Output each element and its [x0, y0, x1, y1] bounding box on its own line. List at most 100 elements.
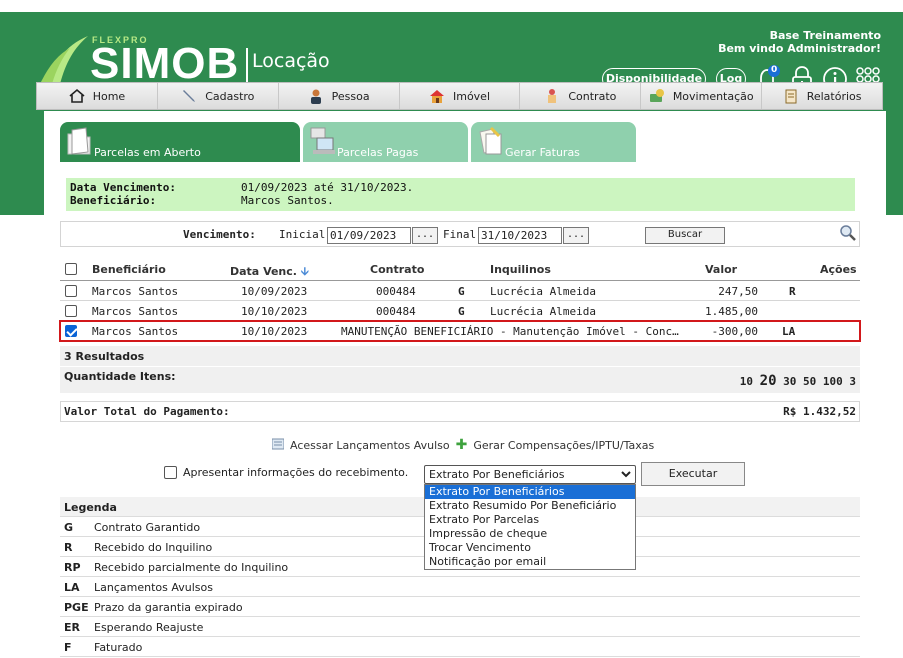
page-size-total[interactable]: 3 [849, 375, 856, 388]
legend-desc: Lançamentos Avulsos [94, 581, 213, 594]
installments-table: Beneficiário Data Venc. 🡫 Contrato Inqui… [59, 259, 861, 342]
row-tenant: Lucrécia Almeida [490, 305, 596, 318]
col-beneficiary[interactable]: Beneficiário [92, 263, 166, 276]
dropdown-option[interactable]: Extrato Por Parcelas [425, 513, 635, 527]
home-icon [69, 88, 85, 104]
menu-contrato[interactable]: Contrato [520, 83, 642, 109]
magnifier-icon[interactable] [839, 224, 857, 245]
row-action[interactable]: R [789, 285, 796, 298]
col-value[interactable]: Valor [705, 263, 737, 276]
vencimento-label: Vencimento: [183, 228, 256, 241]
menu-home[interactable]: Home [37, 83, 158, 109]
select-all-checkbox[interactable] [65, 263, 77, 275]
menu-contrato-label: Contrato [568, 89, 617, 103]
beneficiary-label: Beneficiário: [70, 194, 157, 207]
row-contract[interactable]: 000484 [376, 285, 416, 298]
list-icon [271, 438, 285, 453]
legend-code: RP [64, 561, 81, 574]
menu-pessoa[interactable]: Pessoa [279, 83, 400, 109]
legend-item: ER Esperando Reajuste [60, 617, 860, 637]
page-size-bar: Quantidade Itens: 10 20 30 50 100 3 [60, 367, 860, 393]
legend-code: R [64, 541, 73, 554]
page-size-50[interactable]: 50 [803, 375, 816, 388]
report-type-select[interactable]: Extrato Por Beneficiários [424, 465, 636, 484]
dropdown-option[interactable]: Impressão de cheque [425, 527, 635, 541]
menu-movimentacao[interactable]: Movimentação [641, 83, 763, 109]
payment-total-value: R$ 1.432,52 [783, 405, 856, 418]
company-name: Base Treinamento [769, 29, 881, 42]
page-size-30[interactable]: 30 [783, 375, 796, 388]
row-due-date: 10/10/2023 [241, 305, 308, 318]
search-button[interactable]: Buscar [645, 227, 725, 244]
end-date-input[interactable]: 31/10/2023 [478, 227, 562, 244]
payment-total-label: Valor Total do Pagamento: [64, 405, 230, 418]
row-due-date: 10/09/2023 [241, 285, 308, 298]
menu-movimentacao-label: Movimentação [672, 89, 754, 103]
avulso-link[interactable]: Acessar Lançamentos Avulso [290, 439, 450, 452]
page-size-20-current[interactable]: 20 [760, 373, 777, 389]
filter-summary: Data Vencimento: 01/09/2023 até 31/10/20… [66, 178, 855, 211]
col-tenants[interactable]: Inquilinos [490, 263, 551, 276]
table-row-selected[interactable]: Marcos Santos 10/10/2023 MANUTENÇÃO BENE… [59, 320, 861, 342]
tab-parcelas-pagas[interactable]: Parcelas Pagas [303, 122, 468, 162]
legend-code: PGE [64, 601, 89, 614]
menu-imovel-label: Imóvel [452, 89, 491, 103]
row-contract[interactable]: 000484 [376, 305, 416, 318]
payment-total: Valor Total do Pagamento: R$ 1.432,52 [60, 401, 860, 422]
legend-item: PGE Prazo da garantia expirado [60, 597, 860, 617]
page-size-100[interactable]: 100 [823, 375, 843, 388]
row-due-date: 10/10/2023 [241, 325, 308, 338]
row-contract[interactable]: MANUTENÇÃO BENEFICIÁRIO - Manutenção Imó… [341, 325, 679, 338]
tab-gerar-faturas[interactable]: Gerar Faturas [471, 122, 636, 162]
notification-count: 0 [771, 65, 778, 75]
menu-imovel[interactable]: Imóvel [400, 83, 521, 109]
legend-desc: Recebido parcialmente do Inquilino [94, 561, 289, 574]
show-receipt-checkbox[interactable] [164, 466, 177, 479]
page-size-10[interactable]: 10 [740, 375, 753, 388]
dropdown-option[interactable]: Extrato Resumido Por Beneficiário [425, 499, 635, 513]
dropdown-option[interactable]: Extrato Por Beneficiários [425, 485, 635, 499]
person-icon [308, 88, 324, 104]
col-actions: Ações [820, 263, 857, 276]
pen-icon [181, 88, 197, 104]
start-date-input[interactable]: 01/09/2023 [327, 227, 411, 244]
end-date-picker-button[interactable]: ... [563, 227, 589, 244]
dropdown-option[interactable]: Notificação por email [425, 555, 635, 569]
row-tenant: Lucrécia Almeida [490, 285, 596, 298]
sort-down-icon: 🡫 [300, 265, 309, 278]
execute-button[interactable]: Executar [641, 462, 745, 486]
tab-parcelas-em-aberto[interactable]: Parcelas em Aberto [60, 122, 300, 162]
start-label: Inicial: [279, 228, 332, 241]
table-row[interactable]: Marcos Santos 10/10/2023 000484 G Lucréc… [60, 301, 860, 321]
row-checkbox[interactable] [65, 285, 77, 297]
legend-desc: Faturado [94, 641, 143, 654]
compensacoes-link[interactable]: Gerar Compensações/IPTU/Taxas [473, 439, 654, 452]
documents-icon [477, 126, 505, 159]
money-icon [649, 88, 665, 104]
legend-code: G [64, 521, 74, 534]
col-due-date[interactable]: Data Venc. 🡫 [230, 263, 309, 282]
qty-items-label: Quantidade Itens: [64, 370, 176, 383]
menu-cadastro[interactable]: Cadastro [158, 83, 279, 109]
legend-desc: Contrato Garantido [94, 521, 201, 534]
report-type-selected: Extrato Por Beneficiários [429, 468, 565, 481]
row-action[interactable]: LA [782, 325, 795, 338]
start-date-picker-button[interactable]: ... [412, 227, 438, 244]
menu-cadastro-label: Cadastro [205, 89, 255, 103]
row-checkbox[interactable] [65, 305, 77, 317]
row-checkbox[interactable] [65, 325, 77, 337]
row-flag: G [458, 285, 465, 298]
legend-title: Legenda [64, 501, 117, 514]
table-row[interactable]: Marcos Santos 10/09/2023 000484 G Lucréc… [60, 281, 860, 301]
show-receipt-label: Apresentar informações do recebimento. [183, 466, 409, 479]
report-icon [783, 88, 799, 104]
dropdown-option[interactable]: Trocar Vencimento [425, 541, 635, 555]
tab-label: Parcelas Pagas [337, 146, 419, 159]
menu-relatorios[interactable]: Relatórios [762, 83, 882, 109]
legend-desc: Prazo da garantia expirado [94, 601, 243, 614]
content-panel: Parcelas em Aberto Parcelas Pagas Gerar … [44, 111, 886, 658]
row-beneficiary: Marcos Santos [92, 305, 179, 318]
legend-desc: Esperando Reajuste [94, 621, 204, 634]
house-icon [429, 88, 445, 104]
col-contract[interactable]: Contrato [370, 263, 424, 276]
